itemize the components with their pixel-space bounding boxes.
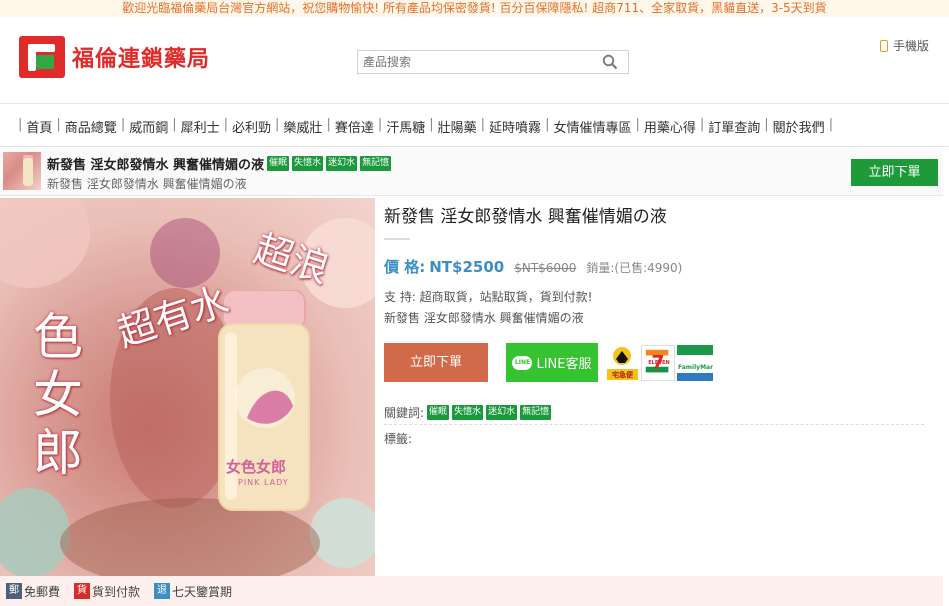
- keyword-tag[interactable]: 無記憶: [520, 405, 552, 420]
- mobile-version-link[interactable]: 手機版: [880, 37, 929, 54]
- feature-label: 免郵費: [24, 584, 61, 599]
- line-service-button[interactable]: LINE LINE客服: [506, 343, 598, 382]
- nav-separator: |: [120, 117, 126, 132]
- feature-label: 貨到付款: [92, 584, 141, 599]
- nav-item[interactable]: 威而鋼: [129, 117, 168, 136]
- nav-separator: |: [699, 117, 705, 132]
- nav-item[interactable]: 賽倍達: [335, 117, 374, 136]
- service-features-bar: 郵 免郵費 貨 貨到付款 退 七天鑒賞期: [0, 576, 943, 606]
- nav-separator: |: [223, 117, 229, 132]
- product-bar-title: 新發售 淫女郎發情水 興奮催情媚の液 催眠 失憶水 迷幻水 無記憶: [47, 154, 392, 173]
- nav-separator: |: [545, 117, 550, 132]
- keyword-tag[interactable]: 失憶水: [452, 405, 484, 420]
- seven-eleven-logo-text: ELEVEN: [648, 360, 670, 366]
- product-description: 新發售 淫女郎發情水 興奮催情媚の液: [384, 311, 584, 325]
- nav-item[interactable]: 商品總覽: [65, 117, 117, 136]
- bottle-label: 女色女郎: [226, 458, 287, 476]
- main-navigation: | 首頁 | 商品總覽 | 威而鋼 | 犀利士 | 必利勁 | 樂威壯 | 賽倍達 | 汗馬糖 | 壯陽藥 | 延時噴…: [0, 103, 949, 147]
- nav-item[interactable]: 首頁: [26, 117, 52, 136]
- nav-separator: |: [480, 117, 486, 132]
- return-icon: 退: [154, 583, 171, 599]
- black-cat-logo-text: 宅急便: [612, 371, 633, 379]
- tags-row: 標籤:: [384, 430, 412, 447]
- phone-icon: [880, 39, 888, 52]
- nav-separator: |: [172, 117, 177, 132]
- nav-separator: |: [429, 117, 434, 132]
- familymart-logo-icon: FamilyMar: [677, 345, 713, 381]
- order-now-button[interactable]: 立即下單: [384, 343, 488, 382]
- site-header: 福倫連鎖藥局 手機版: [0, 17, 949, 103]
- title-divider: [384, 238, 410, 240]
- nav-separator: |: [764, 117, 769, 132]
- product-sticky-bar: 新發售 淫女郎發情水 興奮催情媚の液 催眠 失憶水 迷幻水 無記憶 新發售 淫女…: [0, 148, 943, 196]
- nav-separator: |: [56, 117, 61, 132]
- support-info: 支 持: 超商取貨，站點取貨，貨到付款!: [384, 290, 593, 304]
- mobile-version-label: 手機版: [893, 39, 930, 53]
- nav-item[interactable]: 樂威壯: [283, 117, 322, 136]
- product-bar-title-text: 新發售 淫女郎發情水 興奮催情媚の液: [47, 158, 265, 173]
- keyword-tag[interactable]: 迷幻水: [486, 405, 518, 420]
- nav-item[interactable]: 用藥心得: [644, 117, 696, 136]
- nav-list: | 首頁 | 商品總覽 | 威而鋼 | 犀利士 | 必利勁 | 樂威壯 | 賽倍達 | 汗馬糖 | 壯陽藥 | 延時噴…: [14, 117, 837, 136]
- feature-cash-on-delivery: 貨 貨到付款: [74, 583, 140, 600]
- sticky-order-button[interactable]: 立即下單: [851, 159, 938, 186]
- feature-free-shipping: 郵 免郵費: [6, 583, 60, 600]
- keyword-tag[interactable]: 催眠: [427, 405, 450, 420]
- search-box: [357, 50, 629, 74]
- top-announcement-bar: 歡迎光臨福倫藥局台灣官方網站，祝您購物愉快! 所有產品均保密發貨! 百分百保障隱…: [0, 0, 949, 17]
- nav-item[interactable]: 犀利士: [181, 117, 220, 136]
- delivery-logos: 宅急便 7 ELEVEN FamilyMar: [606, 345, 714, 381]
- nav-item[interactable]: 必利勁: [232, 117, 271, 136]
- nav-item[interactable]: 關於我們: [773, 117, 825, 136]
- line-icon: LINE: [512, 355, 533, 370]
- bottle-sub-label: PINK LADY: [238, 478, 289, 487]
- original-price: $NT$6000: [514, 261, 577, 275]
- product-bar-subtitle: 新發售 淫女郎發情水 興奮催情媚の液: [47, 177, 247, 191]
- search-input[interactable]: [358, 51, 593, 73]
- nav-separator: |: [18, 117, 23, 132]
- cod-icon: 貨: [74, 583, 91, 599]
- tags-label: 標籤:: [384, 432, 413, 446]
- product-title: 新發售 淫女郎發情水 興奮催情媚の液: [384, 207, 667, 227]
- price-row: 價 格: NT$2500 $NT$6000 銷量:(已售:4990): [384, 256, 682, 277]
- product-thumbnail[interactable]: [3, 152, 41, 190]
- nav-separator: |: [828, 117, 834, 132]
- price-label: 價 格:: [384, 258, 426, 276]
- nav-item[interactable]: 女情催情專區: [553, 117, 631, 136]
- logo-mark-icon: [19, 36, 65, 78]
- nav-separator: |: [635, 117, 640, 132]
- product-main-image: 女色女郎 PINK LADY 超有水 超浪 色女郎: [0, 198, 375, 576]
- black-cat-logo-icon: 宅急便: [606, 345, 639, 381]
- image-side-caption: 色女郎: [33, 308, 83, 482]
- nav-separator: |: [326, 117, 331, 132]
- announcement-text: 歡迎光臨福倫藥局台灣官方網站，祝您購物愉快! 所有產品均保密發貨! 百分百保障隱…: [122, 1, 827, 15]
- familymart-logo-text: FamilyMar: [678, 364, 713, 371]
- feature-seven-day-return: 退 七天鑒賞期: [154, 583, 232, 600]
- site-logo[interactable]: 福倫連鎖藥局: [19, 36, 223, 78]
- nav-item[interactable]: 延時噴霧: [489, 117, 541, 136]
- nav-item[interactable]: 壯陽藥: [438, 117, 477, 136]
- feature-label: 七天鑒賞期: [172, 584, 233, 599]
- nav-separator: |: [275, 117, 280, 132]
- line-service-label: LINE客服: [536, 357, 592, 372]
- product-bar-tag[interactable]: 迷幻水: [326, 156, 358, 171]
- nav-item[interactable]: 訂單查詢: [708, 117, 760, 136]
- keywords-row: 關鍵詞: 催眠 失憶水 迷幻水 無記憶: [384, 401, 924, 425]
- search-icon[interactable]: [602, 54, 618, 70]
- sales-count: 銷量:(已售:4990): [586, 261, 683, 275]
- product-bar-tag[interactable]: 失憶水: [292, 156, 324, 171]
- nav-separator: |: [377, 117, 383, 132]
- price-value: NT$2500: [429, 258, 505, 276]
- mail-icon: 郵: [6, 583, 22, 599]
- keywords-label: 關鍵詞:: [384, 406, 425, 420]
- nav-item[interactable]: 汗馬糖: [386, 117, 425, 136]
- seven-eleven-logo-icon: 7 ELEVEN: [641, 345, 675, 381]
- product-bar-tag[interactable]: 無記憶: [360, 156, 392, 171]
- logo-text: 福倫連鎖藥局: [72, 47, 211, 72]
- product-bar-tag[interactable]: 催眠: [267, 156, 290, 171]
